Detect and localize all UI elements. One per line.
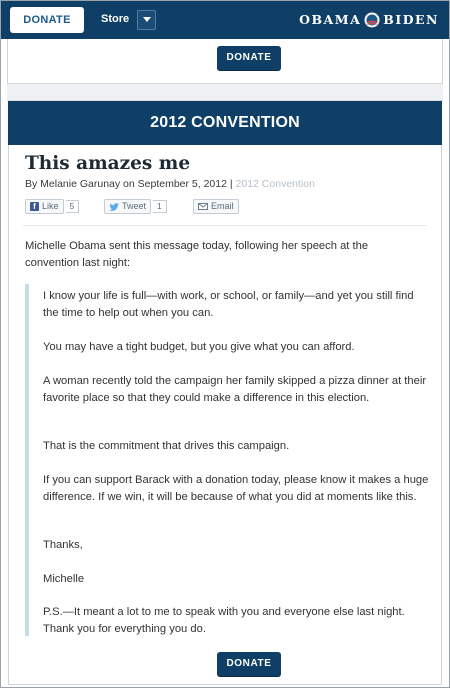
quote-paragraph: That is the commitment that drives this … [43,440,290,452]
quote-signoff: Thanks, [43,539,83,551]
quote-paragraph: If you can support Barack with a donatio… [43,474,429,503]
tweet-label: Tweet [122,201,147,211]
post-intro: Michelle Obama sent this message today, … [25,240,369,269]
donate-button-top[interactable]: DONATE [217,46,281,70]
convention-banner: 2012 CONVENTION [8,101,442,145]
obama-biden-logo[interactable]: OBAMA BIDEN [299,12,439,28]
post-byline: By Melanie Garunay on September 5, 2012 … [25,178,315,190]
quote-paragraph: I know your life is full—with work, or s… [43,290,414,319]
donate-button-bottom[interactable]: DONATE [217,652,281,676]
byline-text: By Melanie Garunay on September 5, 2012 … [25,178,236,190]
email-label: Email [211,201,234,211]
tweet-count: 1 [153,200,167,213]
page-frame: DONATE Store OBAMA BIDEN DONATE 2012 CON… [0,0,450,688]
facebook-like-widget[interactable]: f Like 5 [25,199,80,214]
quote-postscript: P.S.—It meant a lot to me to speak with … [43,606,405,635]
content-divider [23,225,427,226]
logo-word-left: OBAMA [299,12,362,27]
category-link[interactable]: 2012 Convention [236,178,315,190]
store-dropdown-button[interactable] [137,10,156,30]
top-nav: DONATE Store OBAMA BIDEN [1,1,449,39]
envelope-icon [198,203,208,210]
nav-donate-button[interactable]: DONATE [10,7,84,33]
like-button[interactable]: f Like [25,199,64,214]
tweet-widget[interactable]: Tweet 1 [104,199,167,214]
quote-signature: Michelle [43,573,85,585]
like-count: 5 [65,200,80,213]
nav-store-link[interactable]: Store [101,13,129,25]
facebook-icon: f [30,202,39,211]
chevron-down-icon [142,17,151,22]
section-separator [7,83,443,101]
post-title[interactable]: This amazes me [25,153,190,174]
blockquote-bar [25,284,29,636]
email-button[interactable]: Email [193,199,239,214]
quote-paragraph: A woman recently told the campaign her f… [43,375,427,404]
campaign-o-logo-icon [364,12,380,28]
email-share-widget[interactable]: Email [193,199,239,214]
like-label: Like [42,201,59,211]
quote-paragraph: You may have a tight budget, but you giv… [43,341,355,353]
tweet-button[interactable]: Tweet [104,199,152,214]
logo-word-right: BIDEN [383,12,439,27]
twitter-bird-icon [109,202,119,211]
